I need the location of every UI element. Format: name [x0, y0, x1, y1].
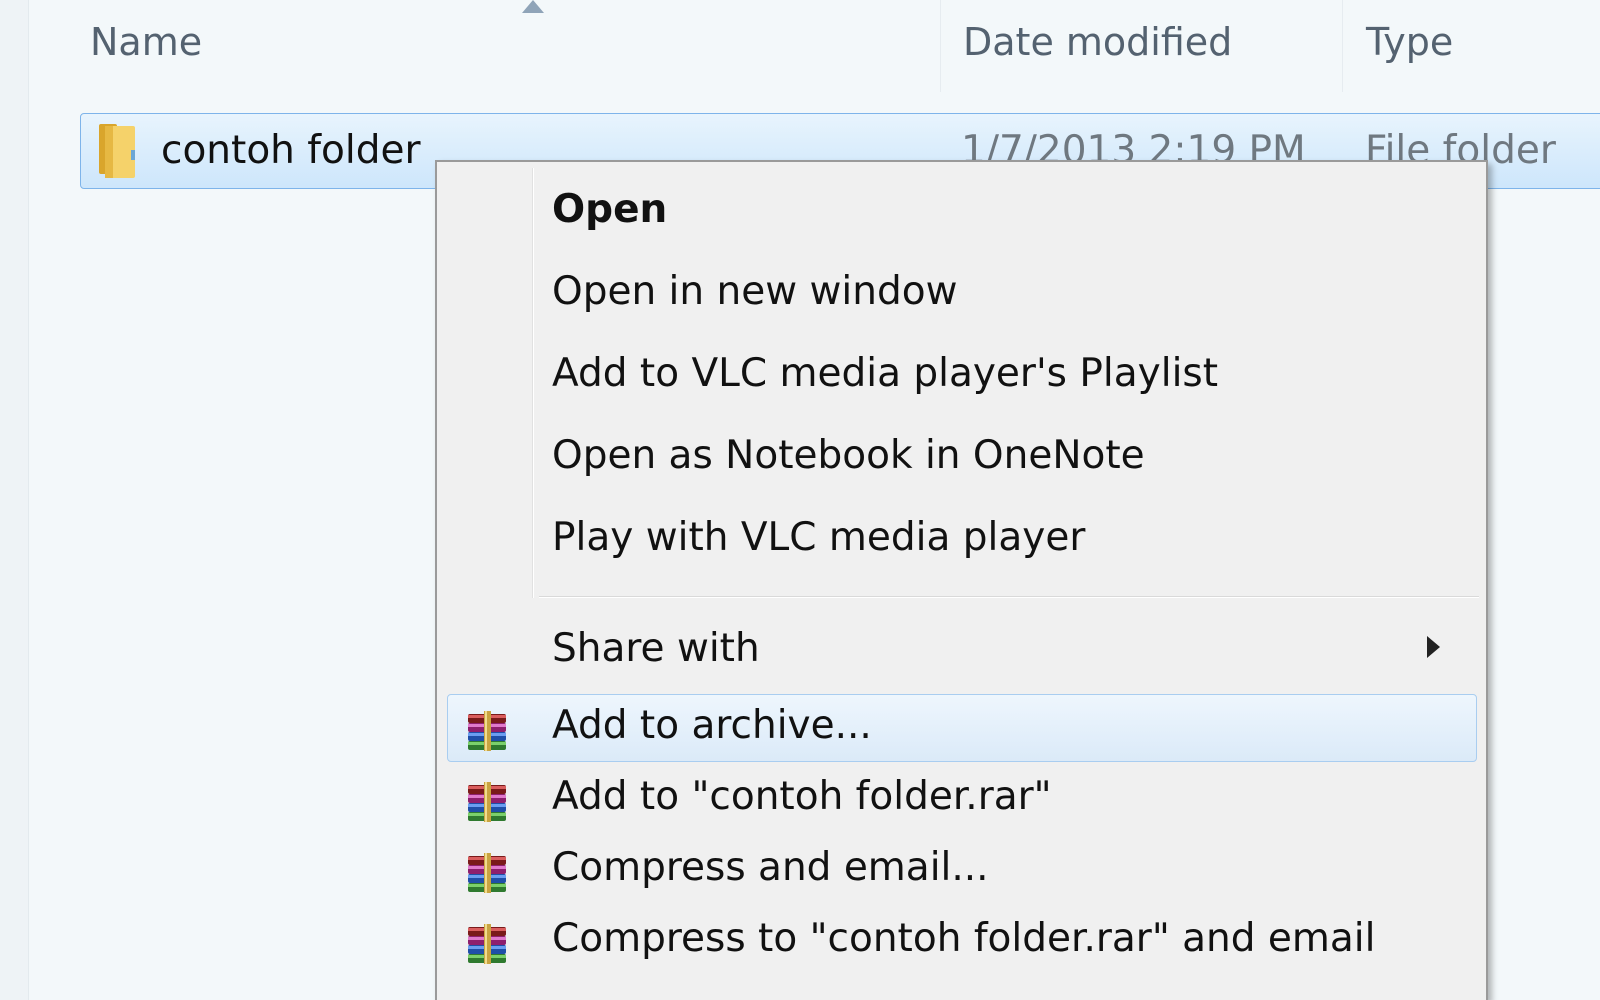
submenu-arrow-icon [1427, 636, 1440, 658]
winrar-icon [462, 776, 512, 826]
column-divider[interactable] [1342, 0, 1343, 92]
menu-item-add-vlc-playlist[interactable]: Add to VLC media player's Playlist [437, 351, 1486, 411]
winrar-icon [462, 918, 512, 968]
navigation-pane-edge [0, 0, 29, 1000]
menu-item-label: Share with [552, 626, 760, 671]
menu-item-add-to-archive[interactable]: Add to archive... [437, 703, 1486, 763]
menu-item-label: Add to VLC media player's Playlist [552, 351, 1219, 396]
sort-ascending-icon [522, 0, 544, 13]
column-header-date-modified[interactable]: Date modified [963, 20, 1232, 64]
file-name: contoh folder [161, 128, 421, 173]
menu-item-label: Add to archive... [552, 703, 872, 748]
menu-item-open-onenote[interactable]: Open as Notebook in OneNote [437, 433, 1486, 493]
winrar-icon [462, 847, 512, 897]
menu-item-open-new-window[interactable]: Open in new window [437, 269, 1486, 329]
menu-item-label: Open in new window [552, 269, 958, 314]
winrar-icon [462, 705, 512, 755]
menu-item-add-to-rar[interactable]: Add to "contoh folder.rar" [437, 774, 1486, 834]
menu-item-open[interactable]: Open [437, 187, 1486, 247]
column-header-bar: Name Date modified Type [28, 0, 1600, 92]
menu-item-play-vlc[interactable]: Play with VLC media player [437, 515, 1486, 575]
menu-item-label: Add to "contoh folder.rar" [552, 774, 1052, 819]
menu-item-compress-email[interactable]: Compress and email... [437, 845, 1486, 905]
context-menu: Open Open in new window Add to VLC media… [435, 160, 1488, 1000]
folder-icon [99, 124, 135, 178]
menu-item-label: Open [552, 187, 668, 232]
menu-item-label: Play with VLC media player [552, 515, 1086, 560]
menu-item-compress-rar-email[interactable]: Compress to "contoh folder.rar" and emai… [437, 916, 1486, 976]
column-divider[interactable] [940, 0, 941, 92]
menu-item-label: Compress and email... [552, 845, 989, 890]
menu-item-share-with[interactable]: Share with [437, 626, 1486, 686]
column-header-type[interactable]: Type [1366, 20, 1453, 64]
menu-item-label: Open as Notebook in OneNote [552, 433, 1145, 478]
column-header-name[interactable]: Name [90, 20, 202, 64]
menu-separator-highlight [539, 597, 1479, 598]
menu-item-label: Compress to "contoh folder.rar" and emai… [552, 916, 1376, 961]
